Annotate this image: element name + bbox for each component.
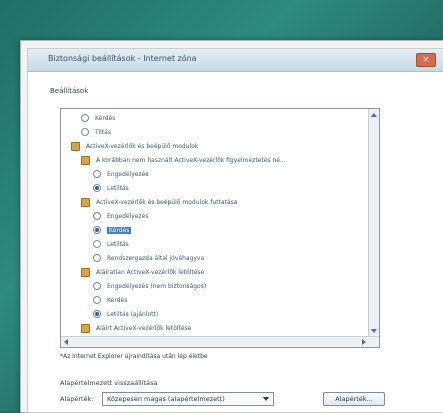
close-icon: × [422, 55, 430, 65]
radio-checked-icon[interactable] [93, 310, 101, 318]
settings-tree[interactable]: Kérdés Tiltás ActiveX-vezérlők és beépülő … [60, 108, 380, 348]
radio-unchecked-icon[interactable] [81, 128, 89, 136]
scroll-down-icon[interactable] [371, 329, 377, 333]
setting-option-row[interactable]: Tiltás [81, 127, 111, 137]
setting-option-row[interactable]: Engedélyezés [93, 169, 148, 179]
setting-label: ActiveX-vezérlők és beépülő modulok futt… [96, 198, 238, 206]
setting-option-row[interactable]: Engedélyezés (nem biztonságos) [93, 281, 206, 291]
radio-unchecked-icon[interactable] [93, 296, 101, 304]
setting-option-row[interactable]: Letiltás (ajánlott) [93, 309, 158, 319]
setting-option-row[interactable]: Kérdés [93, 225, 132, 235]
setting-label: A korábban nem használt ActiveX-vezérlők… [96, 156, 286, 164]
setting-label: Aláíratlan ActiveX-vezérlők letöltése [96, 268, 205, 276]
radio-unchecked-icon[interactable] [81, 114, 89, 122]
setting-label: Letiltás [107, 184, 129, 192]
dropdown-value: Közepesen magas (alapértelmezett) [107, 395, 225, 403]
setting-option-row[interactable]: Kérdés [81, 113, 115, 123]
settings-label: Beállítások [50, 87, 89, 95]
radio-unchecked-icon[interactable] [93, 282, 101, 290]
setting-label: Kérdés [95, 114, 116, 122]
window-title: Biztonsági beállítások - Internet zóna [48, 54, 197, 63]
gear-icon [81, 267, 90, 277]
horizontal-scrollbar[interactable] [61, 336, 379, 347]
scroll-up-icon[interactable] [371, 113, 377, 117]
gear-icon [81, 155, 90, 165]
setting-group-row: Aláírt ActiveX-vezérlők letöltése [81, 323, 191, 333]
setting-label: Letiltás [107, 240, 129, 248]
gear-icon [81, 197, 90, 207]
radio-checked-icon[interactable] [93, 226, 101, 234]
radio-unchecked-icon[interactable] [93, 240, 101, 248]
chevron-down-icon [263, 397, 269, 401]
setting-option-row[interactable]: Letiltás [93, 183, 129, 193]
radio-unchecked-icon[interactable] [93, 170, 101, 178]
scroll-right-icon[interactable] [362, 339, 366, 345]
reset-row: Alapérték: Közepesen magas (alapértelmez… [60, 392, 400, 406]
scroll-left-icon[interactable] [64, 339, 68, 345]
setting-option-row[interactable]: Engedélyezés [93, 211, 148, 221]
security-level-dropdown[interactable]: Közepesen magas (alapértelmezett) [102, 392, 274, 406]
setting-group-row: ActiveX-vezérlők és beépülő modulok futt… [81, 197, 237, 207]
reset-group-label: Alapértelmezett visszaállítása [60, 379, 158, 387]
reset-button[interactable]: Alapérték... [323, 392, 385, 406]
setting-label: Engedélyezés [107, 170, 149, 178]
gear-icon [71, 141, 80, 151]
title-bar[interactable]: Biztonsági beállítások - Internet zóna × [28, 49, 443, 72]
close-button[interactable]: × [416, 53, 436, 67]
reset-row-label: Alapérték: [60, 395, 94, 403]
setting-group-row: ActiveX-vezérlők és beépülő modulok [71, 141, 198, 151]
restart-note: *Az Internet Explorer újraindítása után … [60, 353, 208, 360]
gear-icon [81, 323, 90, 333]
setting-option-row[interactable]: Kérdés [93, 295, 127, 305]
setting-label: Rendszergazda által jóváhagyva [107, 254, 205, 262]
radio-unchecked-icon[interactable] [93, 212, 101, 220]
vertical-scrollbar[interactable] [368, 109, 379, 347]
setting-label: Kérdés [107, 296, 128, 304]
setting-group-row: Aláíratlan ActiveX-vezérlők letöltése [81, 267, 204, 277]
setting-group-row: A korábban nem használt ActiveX-vezérlők… [81, 155, 286, 165]
setting-label: Kérdés [107, 226, 132, 234]
setting-label: Engedélyezés [107, 212, 149, 220]
setting-label: Letiltás (ajánlott) [107, 310, 159, 318]
radio-unchecked-icon[interactable] [93, 254, 101, 262]
setting-option-row[interactable]: Letiltás [93, 239, 129, 249]
setting-label: Aláírt ActiveX-vezérlők letöltése [96, 324, 192, 332]
setting-label: Tiltás [95, 128, 111, 136]
radio-checked-icon[interactable] [93, 184, 101, 192]
setting-label: Engedélyezés (nem biztonságos) [107, 282, 207, 290]
setting-option-row[interactable]: Rendszergazda által jóváhagyva [93, 253, 204, 263]
setting-label: ActiveX-vezérlők és beépülő modulok [86, 142, 199, 150]
